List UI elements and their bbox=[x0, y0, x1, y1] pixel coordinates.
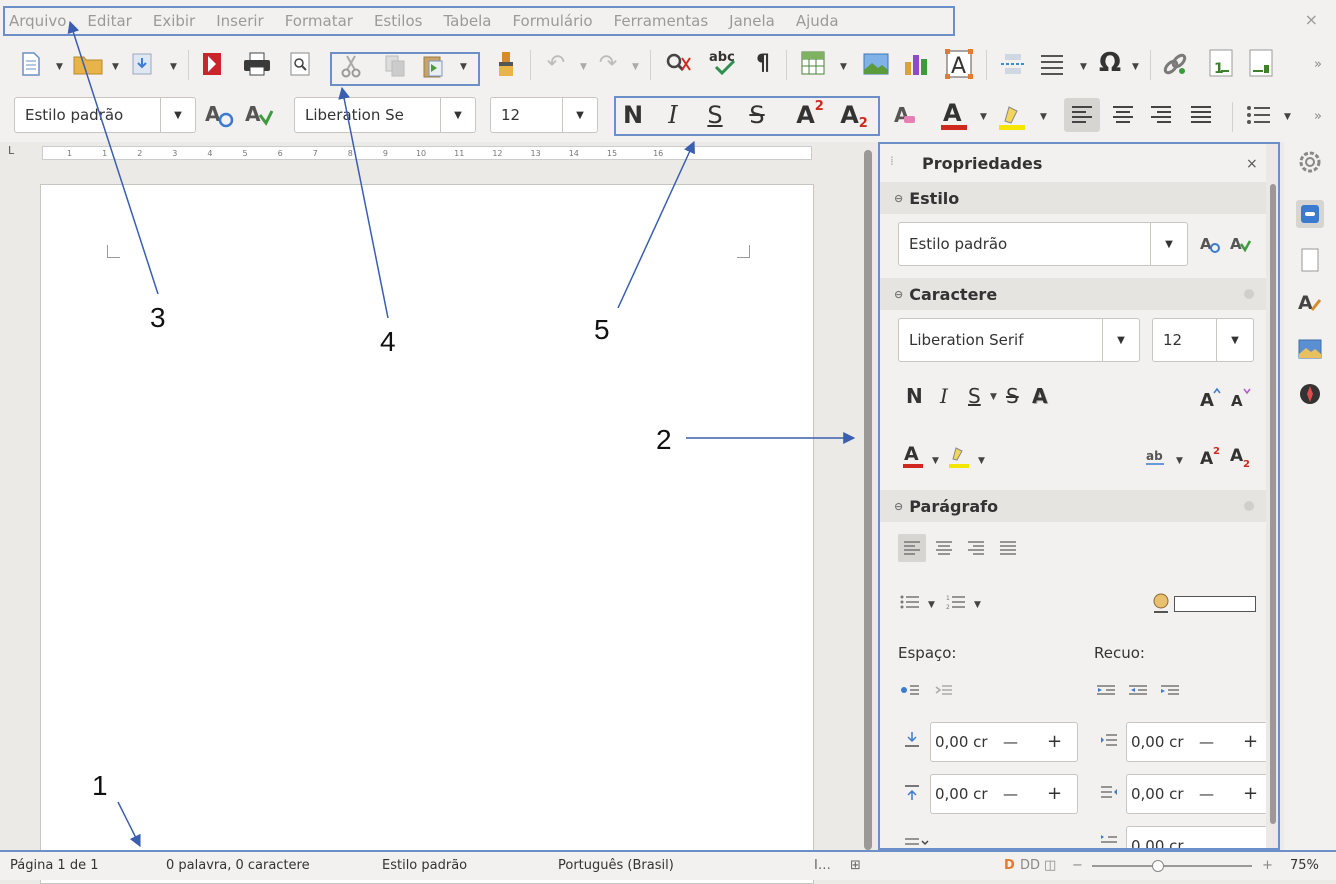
annotation-arrow-4 bbox=[338, 86, 389, 319]
annotation-arrow-5 bbox=[617, 140, 695, 309]
annotation-arrow-3 bbox=[67, 20, 159, 295]
annotation-arrows bbox=[67, 20, 856, 848]
annotation-arrow-1 bbox=[117, 801, 141, 848]
